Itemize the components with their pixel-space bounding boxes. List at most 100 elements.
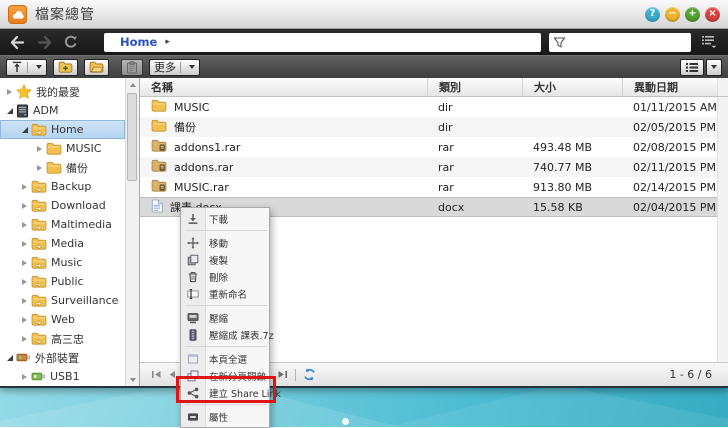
- compress-icon: [181, 312, 205, 324]
- file-type: rar: [438, 140, 454, 154]
- context-menu-item[interactable]: 本頁全選: [181, 350, 269, 367]
- forward-icon[interactable]: [37, 35, 52, 49]
- help-button[interactable]: ?: [645, 6, 660, 22]
- tree-expand-icon[interactable]: [19, 278, 30, 285]
- context-menu-item[interactable]: 刪除: [181, 268, 269, 285]
- context-menu-item-label: 壓縮成 課表.7z: [209, 330, 274, 342]
- paste-icon: [126, 60, 138, 74]
- tree-expand-icon[interactable]: [19, 183, 30, 190]
- maximize-button[interactable]: +: [685, 6, 700, 22]
- context-menu-item[interactable]: 下載: [181, 210, 269, 227]
- column-header-type[interactable]: 類別: [427, 78, 522, 96]
- filter-input[interactable]: [566, 33, 712, 51]
- context-menu-item-label: 刪除: [209, 272, 229, 284]
- sidebar-item-label: Download: [51, 199, 106, 212]
- sidebar-item[interactable]: 我的最愛: [0, 82, 125, 101]
- file-name: 備份: [174, 121, 196, 134]
- tree-expand-icon[interactable]: [19, 221, 30, 228]
- filter-funnel-icon: [553, 36, 566, 49]
- more-button[interactable]: 更多: [149, 58, 200, 76]
- sidebar-item[interactable]: 備份: [0, 158, 125, 177]
- filter-field[interactable]: [549, 32, 712, 52]
- sidebar-item[interactable]: Music: [0, 253, 125, 272]
- new-folder-button[interactable]: [53, 58, 78, 76]
- list-scrollbar-track: [717, 78, 728, 96]
- minimize-button[interactable]: −: [665, 6, 680, 22]
- file-row[interactable]: 備份 dir 02/05/2015 PM 11:44: [140, 117, 728, 137]
- refresh-icon[interactable]: [64, 35, 78, 49]
- tree-collapse-icon[interactable]: [4, 354, 15, 361]
- breadcrumb-home-link[interactable]: Home: [120, 35, 157, 49]
- file-row[interactable]: MUSIC dir 01/11/2015 AM 12:14: [140, 97, 728, 117]
- paste-button[interactable]: [121, 58, 143, 76]
- refresh-list-icon[interactable]: [301, 367, 317, 383]
- sidebar-scrollbar-thumb[interactable]: [127, 93, 137, 181]
- file-row[interactable]: addons.rar rar 740.77 MB 02/11/2015 PM 07:0…: [140, 157, 728, 177]
- context-menu-item[interactable]: 屬性: [181, 408, 269, 425]
- tree-expand-icon[interactable]: [19, 259, 30, 266]
- first-page-icon[interactable]: [148, 367, 164, 383]
- tree-collapse-icon[interactable]: [4, 107, 15, 114]
- sidebar-item[interactable]: Web: [0, 310, 125, 329]
- list-scrollbar-track: [717, 157, 728, 177]
- context-menu-item[interactable]: 重新命名: [181, 285, 269, 302]
- tree-expand-icon[interactable]: [19, 240, 30, 247]
- more-caret-icon[interactable]: [189, 65, 195, 69]
- tree-expand-icon[interactable]: [34, 145, 45, 152]
- sidebar-item[interactable]: MUSIC: [0, 139, 125, 158]
- sidebar: 我的最愛 ADM Home MUSIC 備份 Backup Download Maltimed…: [0, 78, 140, 386]
- context-menu-item[interactable]: 移動: [181, 234, 269, 251]
- view-mode-button[interactable]: [680, 58, 704, 76]
- sidebar-item-label: 外部裝置: [35, 351, 79, 365]
- column-header-date[interactable]: 異動日期: [622, 78, 717, 96]
- view-mode-caret-icon: [711, 65, 717, 69]
- file-row[interactable]: MUSIC.rar rar 913.80 MB 02/14/2015 PM 02:14: [140, 177, 728, 197]
- context-menu-item[interactable]: 壓縮: [181, 309, 269, 326]
- tree-expand-icon[interactable]: [34, 164, 45, 171]
- file-size: 493.48 MB: [533, 140, 593, 154]
- sidebar-item[interactable]: Media: [0, 234, 125, 253]
- tree-expand-icon[interactable]: [19, 373, 30, 380]
- sidebar-item[interactable]: Backup: [0, 177, 125, 196]
- tree-expand-icon[interactable]: [19, 297, 30, 304]
- shared-folder-icon: [31, 180, 47, 193]
- sidebar-item[interactable]: 高三忠: [0, 329, 125, 348]
- tree-expand-icon[interactable]: [19, 335, 30, 342]
- sidebar-item[interactable]: Public: [0, 272, 125, 291]
- sidebar-item-label: ADM: [33, 104, 59, 117]
- tree-expand-icon[interactable]: [4, 88, 15, 95]
- app-icon: [8, 4, 27, 24]
- file-size: 913.80 MB: [533, 180, 593, 194]
- list-scrollbar-track: [717, 137, 728, 157]
- close-button[interactable]: ×: [705, 6, 720, 22]
- file-name-cell: addons.rar: [140, 159, 427, 175]
- archive-icon: [151, 179, 167, 195]
- sidebar-item[interactable]: USB1: [0, 367, 125, 386]
- file-size: 740.77 MB: [533, 160, 593, 174]
- column-header-name[interactable]: 名稱: [140, 78, 427, 96]
- sidebar-item[interactable]: Maltimedia: [0, 215, 125, 234]
- context-menu-item[interactable]: 壓縮成 課表.7z: [181, 326, 274, 343]
- tree-expand-icon[interactable]: [19, 202, 30, 209]
- column-header-size[interactable]: 大小: [522, 78, 622, 96]
- tree-collapse-icon[interactable]: [19, 126, 30, 133]
- upload-caret-icon[interactable]: [36, 65, 42, 69]
- back-icon[interactable]: [10, 35, 25, 49]
- open-folder-button[interactable]: [84, 58, 109, 76]
- context-menu-item[interactable]: 複製: [181, 251, 269, 268]
- sidebar-item[interactable]: 外部裝置: [0, 348, 125, 367]
- sidebar-item[interactable]: Surveillance: [0, 291, 125, 310]
- view-mode-dropdown-button[interactable]: [706, 58, 722, 76]
- archive-icon: [151, 159, 167, 175]
- scroll-down-icon[interactable]: [126, 373, 139, 386]
- file-row[interactable]: addons1.rar rar 493.48 MB 02/08/2015 PM 08:…: [140, 137, 728, 157]
- sidebar-item[interactable]: Download: [0, 196, 125, 215]
- sidebar-item[interactable]: ADM: [0, 101, 125, 120]
- scroll-up-icon[interactable]: [126, 78, 139, 91]
- menu-separator: [185, 230, 267, 231]
- last-page-icon[interactable]: [274, 367, 290, 383]
- sidebar-item[interactable]: Home: [0, 120, 125, 139]
- tree-expand-icon[interactable]: [19, 316, 30, 323]
- list-settings-icon[interactable]: [701, 35, 717, 49]
- upload-button[interactable]: [6, 58, 47, 76]
